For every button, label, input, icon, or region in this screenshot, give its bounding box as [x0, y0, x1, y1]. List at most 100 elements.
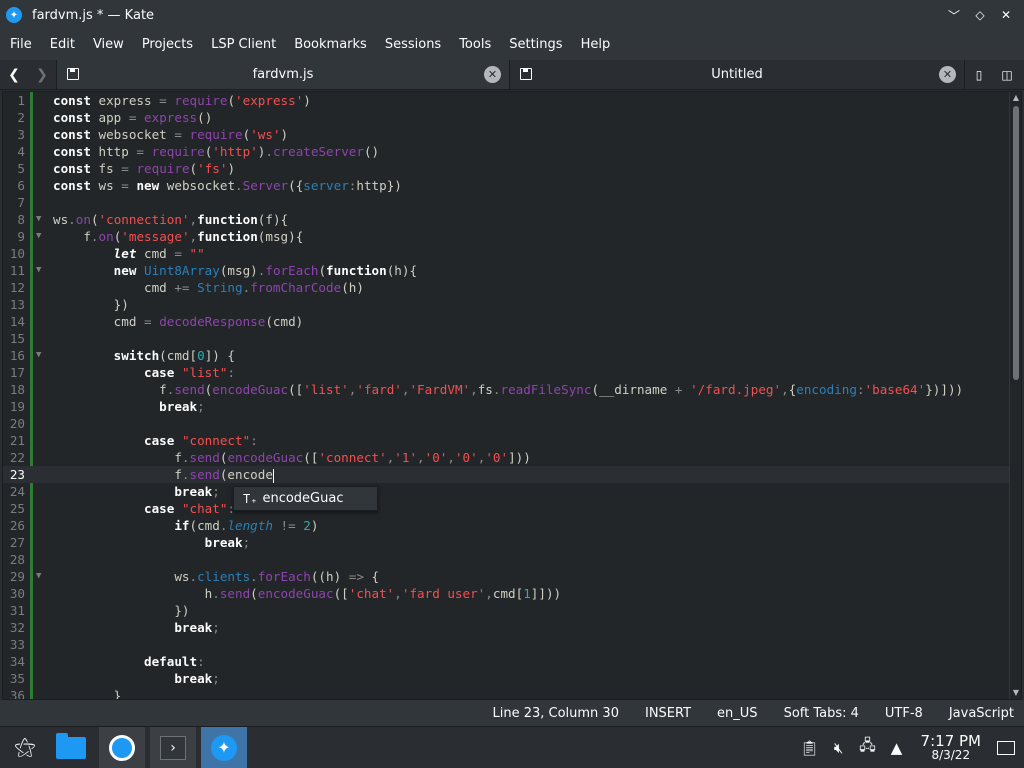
tray-expand-icon[interactable]: ▲: [885, 736, 909, 760]
code-line[interactable]: 28: [3, 551, 1021, 568]
code-line[interactable]: 11 ▼ new Uint8Array(msg).forEach(function…: [3, 262, 1021, 279]
chromium-icon: [109, 734, 135, 761]
application-launcher[interactable]: ⚝: [2, 727, 48, 768]
code-text: const ws = new websocket.Server({server:…: [53, 178, 402, 193]
code-line[interactable]: 33: [3, 636, 1021, 653]
code-line[interactable]: 1 const express = require('express'): [3, 92, 1021, 109]
code-line[interactable]: 31 }): [3, 602, 1021, 619]
menu-settings[interactable]: Settings: [502, 30, 569, 60]
close-tab-icon[interactable]: ✕: [484, 66, 501, 83]
code-line[interactable]: 17 case "list":: [3, 364, 1021, 381]
code-line[interactable]: 20: [3, 415, 1021, 432]
input-mode[interactable]: INSERT: [645, 706, 691, 721]
menu-help[interactable]: Help: [574, 30, 618, 60]
code-line[interactable]: 14 cmd = decodeResponse(cmd): [3, 313, 1021, 330]
tab-fardvm-js[interactable]: fardvm.js ✕: [56, 60, 510, 89]
forward-icon[interactable]: ❯: [28, 60, 56, 89]
scrollbar-thumb[interactable]: [1013, 106, 1019, 380]
code-line[interactable]: 32 break;: [3, 619, 1021, 636]
minimize-icon[interactable]: ﹀: [944, 5, 964, 25]
scroll-down-icon[interactable]: ▼: [1010, 687, 1021, 699]
clock-date: 8/3/22: [931, 748, 971, 763]
code-text: if(cmd.length != 2): [174, 518, 319, 533]
syntax-mode[interactable]: JavaScript: [949, 706, 1014, 721]
code-line[interactable]: 9 ▼ f.on('message',function(msg){: [3, 228, 1021, 245]
code-line[interactable]: 35 break;: [3, 670, 1021, 687]
window-title: fardvm.js * — Kate: [32, 7, 155, 23]
tab-untitled[interactable]: Untitled ✕: [510, 60, 965, 89]
network-icon[interactable]: 🖧: [856, 736, 880, 760]
code-line[interactable]: 8 ▼ ws.on('connection',function(f){: [3, 211, 1021, 228]
code-line[interactable]: 15: [3, 330, 1021, 347]
menu-edit[interactable]: Edit: [43, 30, 82, 60]
encoding[interactable]: UTF-8: [885, 706, 923, 721]
code-line[interactable]: 25 case "chat":: [3, 500, 1021, 517]
fold-arrow-icon[interactable]: ▼: [36, 347, 41, 364]
indentation[interactable]: Soft Tabs: 4: [784, 706, 859, 721]
code-line[interactable]: 22 f.send(encodeGuac(['connect','1','0',…: [3, 449, 1021, 466]
new-document-icon[interactable]: ▯: [965, 60, 993, 89]
menu-file[interactable]: File: [3, 30, 39, 60]
file-manager-button[interactable]: [48, 727, 94, 768]
line-number: 17: [9, 365, 25, 380]
volume-muted-icon[interactable]: 🔇︎: [827, 736, 851, 760]
restore-icon[interactable]: ◇: [970, 5, 990, 25]
code-line[interactable]: 19 break;: [3, 398, 1021, 415]
scroll-up-icon[interactable]: ▲: [1010, 92, 1021, 104]
code-line[interactable]: 18 f.send(encodeGuac(['list','fard','Far…: [3, 381, 1021, 398]
chromium-button[interactable]: [99, 727, 145, 768]
cursor-position[interactable]: Line 23, Column 30: [492, 706, 619, 721]
code-line[interactable]: 36 }: [3, 687, 1021, 699]
code-line[interactable]: 24 break;: [3, 483, 1021, 500]
code-line[interactable]: 29 ▼ ws.clients.forEach((h) => {: [3, 568, 1021, 585]
code-line[interactable]: 7: [3, 194, 1021, 211]
code-line[interactable]: 21 case "connect":: [3, 432, 1021, 449]
code-text: let cmd = "": [113, 246, 205, 261]
dictionary[interactable]: en_US: [717, 706, 758, 721]
code-line[interactable]: 23 f.send(encode: [3, 466, 1021, 483]
fold-arrow-icon[interactable]: ▼: [36, 568, 41, 585]
code-line[interactable]: 13 }): [3, 296, 1021, 313]
fold-arrow-icon[interactable]: ▼: [36, 211, 41, 228]
clock[interactable]: 7:17 PM 8/3/22: [921, 733, 981, 763]
menu-sessions[interactable]: Sessions: [378, 30, 448, 60]
vertical-scrollbar[interactable]: ▲ ▼: [1009, 92, 1021, 699]
code-line[interactable]: 10 let cmd = "": [3, 245, 1021, 262]
kate-app-icon[interactable]: ✦: [6, 7, 22, 23]
code-text: break;: [174, 671, 220, 686]
code-line[interactable]: 6 const ws = new websocket.Server({server…: [3, 177, 1021, 194]
code-line[interactable]: 2 const app = express(): [3, 109, 1021, 126]
code-text: const express = require('express'): [53, 93, 311, 108]
back-icon[interactable]: ❮: [0, 60, 28, 89]
code-text: f.on('message',function(msg){: [53, 229, 304, 244]
menu-projects[interactable]: Projects: [135, 30, 200, 60]
close-icon[interactable]: ✕: [996, 5, 1016, 25]
fold-arrow-icon[interactable]: ▼: [36, 228, 41, 245]
kate-task-button[interactable]: ✦: [201, 727, 247, 768]
code-line[interactable]: 12 cmd += String.fromCharCode(h): [3, 279, 1021, 296]
line-number: 14: [9, 314, 25, 329]
clipboard-icon[interactable]: 📋︎: [798, 736, 822, 760]
menu-view[interactable]: View: [86, 30, 131, 60]
code-line[interactable]: 26 if(cmd.length != 2): [3, 517, 1021, 534]
close-tab-icon[interactable]: ✕: [939, 66, 956, 83]
show-desktop-icon[interactable]: [997, 740, 1015, 755]
code-editor[interactable]: 1 const express = require('express') 2 cons…: [2, 91, 1022, 700]
code-text: }): [53, 297, 129, 312]
autocomplete-popup[interactable]: T₊ encodeGuac: [233, 486, 378, 511]
menu-lsp-client[interactable]: LSP Client: [204, 30, 283, 60]
code-line[interactable]: 3 const websocket = require('ws'): [3, 126, 1021, 143]
code-line[interactable]: 4 const http = require('http').createServ…: [3, 143, 1021, 160]
code-line[interactable]: 34 default:: [3, 653, 1021, 670]
split-view-icon[interactable]: ◫: [993, 60, 1021, 89]
menu-tools[interactable]: Tools: [452, 30, 498, 60]
terminal-button[interactable]: ›: [150, 727, 196, 768]
menu-bookmarks[interactable]: Bookmarks: [287, 30, 374, 60]
fold-arrow-icon[interactable]: ▼: [36, 262, 41, 279]
code-line[interactable]: 16 ▼ switch(cmd[0]) {: [3, 347, 1021, 364]
code-line[interactable]: 5 const fs = require('fs'): [3, 160, 1021, 177]
function-icon: T₊: [243, 491, 258, 506]
code-line[interactable]: 30 h.send(encodeGuac(['chat','fard user'…: [3, 585, 1021, 602]
autocomplete-item[interactable]: encodeGuac: [262, 491, 343, 506]
code-line[interactable]: 27 break;: [3, 534, 1021, 551]
